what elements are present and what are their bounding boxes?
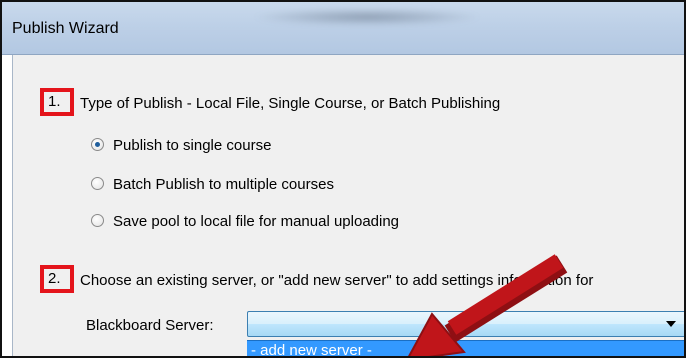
publish-wizard-window: Publish Wizard 1. Type of Publish - Loca… bbox=[0, 0, 686, 358]
red-arrow-icon bbox=[408, 254, 568, 356]
